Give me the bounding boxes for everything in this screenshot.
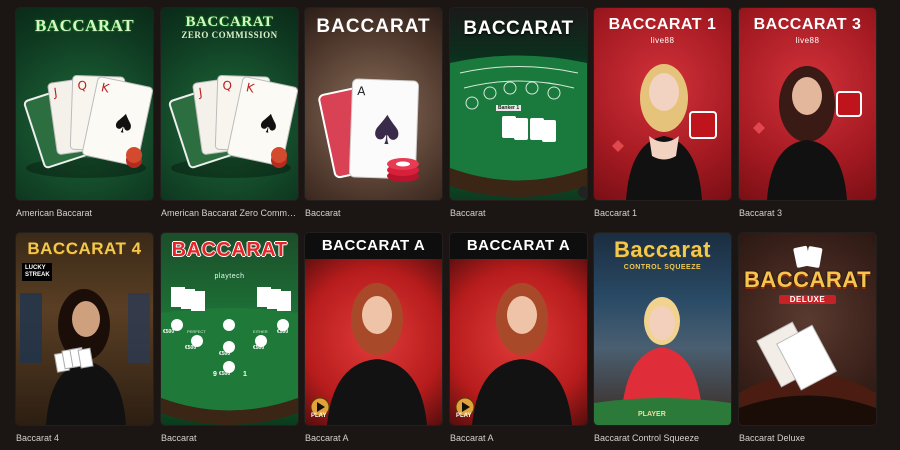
game-card-american-baccarat-zero-commission[interactable]: BACCARAT ZERO COMMISSION J Q K ♠ America… <box>161 8 298 219</box>
chip-label: €500 <box>219 351 231 357</box>
game-thumbnail[interactable]: BACCARAT A PLAY <box>450 233 587 425</box>
table-text: EITHER <box>253 329 268 334</box>
ace-of-spades-icon: A ♠ <box>318 78 419 182</box>
game-card-baccarat-a-2[interactable]: BACCARAT A PLAY Baccarat A <box>450 233 587 444</box>
play-button[interactable]: PLAY <box>456 413 471 419</box>
game-thumbnail[interactable]: BACCARAT 1 live88 <box>594 8 731 200</box>
game-thumbnail[interactable]: BACCARAT ZERO COMMISSION J Q K ♠ <box>161 8 298 200</box>
game-card-baccarat-a[interactable]: BACCARAT A PLAY Baccarat A <box>305 233 442 444</box>
game-thumbnail[interactable]: BACCARAT 3 live88 <box>739 8 876 200</box>
game-thumbnail[interactable]: BACCARAT Banker 1 <box>450 8 587 200</box>
game-title: Baccarat 1 <box>594 208 638 218</box>
svg-text:♠: ♠ <box>368 107 405 154</box>
baccarat-table-icon <box>450 55 587 198</box>
table-text: PERFECT <box>187 329 206 334</box>
playing-cards-icon: J Q K ♠ <box>23 74 153 178</box>
svg-text:A: A <box>357 84 366 98</box>
dealer-avatar <box>612 64 717 200</box>
chip-label: €500 <box>277 329 289 335</box>
svg-text:Q: Q <box>77 79 87 93</box>
table-text: 9 <box>213 371 217 378</box>
game-title: Baccarat <box>161 433 197 443</box>
game-thumbnail[interactable]: BACCARAT 4 LUCKY STREAK <box>16 233 153 425</box>
baccarat-table-icon <box>739 245 876 425</box>
game-card-american-baccarat[interactable]: BACCARAT J Q K ♠ American Baccarat <box>16 8 153 219</box>
game-card-baccarat-playtech[interactable]: BACCARAT playtech €500 €500 €500 €500 €5… <box>161 233 298 444</box>
dealer-avatar <box>594 297 731 425</box>
game-card-baccarat-1-live[interactable]: BACCARAT 1 live88 Baccarat 1 <box>594 8 731 219</box>
game-title: Baccarat Control Squeeze <box>594 433 700 443</box>
table-text: 1 <box>243 371 247 378</box>
game-thumbnail[interactable]: BACCARAT J Q K ♠ <box>16 8 153 200</box>
table-banner-text: Banker 1 <box>496 105 522 111</box>
game-card-baccarat-4[interactable]: BACCARAT 4 LUCKY STREAK Baccarat 4 <box>16 233 153 444</box>
game-title: Baccarat <box>450 208 486 218</box>
chip-label: €500 <box>163 329 175 335</box>
game-title: Baccarat A <box>305 433 349 443</box>
game-thumbnail[interactable]: BACCARAT playtech €500 €500 €500 €500 €5… <box>161 233 298 425</box>
dealer-avatar <box>455 283 572 425</box>
game-thumbnail[interactable]: BACCARAT A PLAY <box>305 233 442 425</box>
table-text: PLAYER <box>638 411 666 418</box>
game-card-baccarat-control-squeeze[interactable]: Baccarat CONTROL SQUEEZE PLAYER Baccarat… <box>594 233 731 444</box>
dealer-avatar <box>20 289 150 425</box>
game-thumbnail[interactable]: BACCARAT DELUXE <box>739 233 876 425</box>
svg-text:Q: Q <box>222 79 232 93</box>
chip-label: €500 <box>253 345 265 351</box>
game-title: Baccarat <box>305 208 341 218</box>
play-button[interactable]: PLAY <box>311 413 326 419</box>
game-thumbnail[interactable]: BACCARAT A ♠ <box>305 8 442 200</box>
game-card-baccarat-2[interactable]: BACCARAT Banker 1 Baccarat <box>450 8 587 219</box>
game-title: American Baccarat <box>16 208 93 218</box>
chip-label: €500 <box>185 345 197 351</box>
game-title: Baccarat A <box>450 433 494 443</box>
game-title: American Baccarat Zero Commis… <box>161 208 298 218</box>
game-card-baccarat-deluxe[interactable]: BACCARAT DELUXE Baccarat Deluxe <box>739 233 876 444</box>
game-title: Baccarat Deluxe <box>739 433 806 443</box>
chip-label: €500 <box>219 371 231 377</box>
dealer-avatar <box>753 66 862 200</box>
playing-cards-icon: J Q K ♠ <box>168 74 298 178</box>
dealer-avatar <box>310 283 427 425</box>
game-thumbnail[interactable]: Baccarat CONTROL SQUEEZE PLAYER <box>594 233 731 425</box>
game-card-baccarat-1[interactable]: BACCARAT A ♠ Baccarat <box>305 8 442 219</box>
game-title: Baccarat 4 <box>16 433 60 443</box>
game-card-baccarat-3[interactable]: BACCARAT 3 live88 Baccarat 3 <box>739 8 876 219</box>
game-grid: BACCARAT J Q K ♠ American Baccarat BACCA… <box>0 0 900 450</box>
game-title: Baccarat 3 <box>739 208 783 218</box>
